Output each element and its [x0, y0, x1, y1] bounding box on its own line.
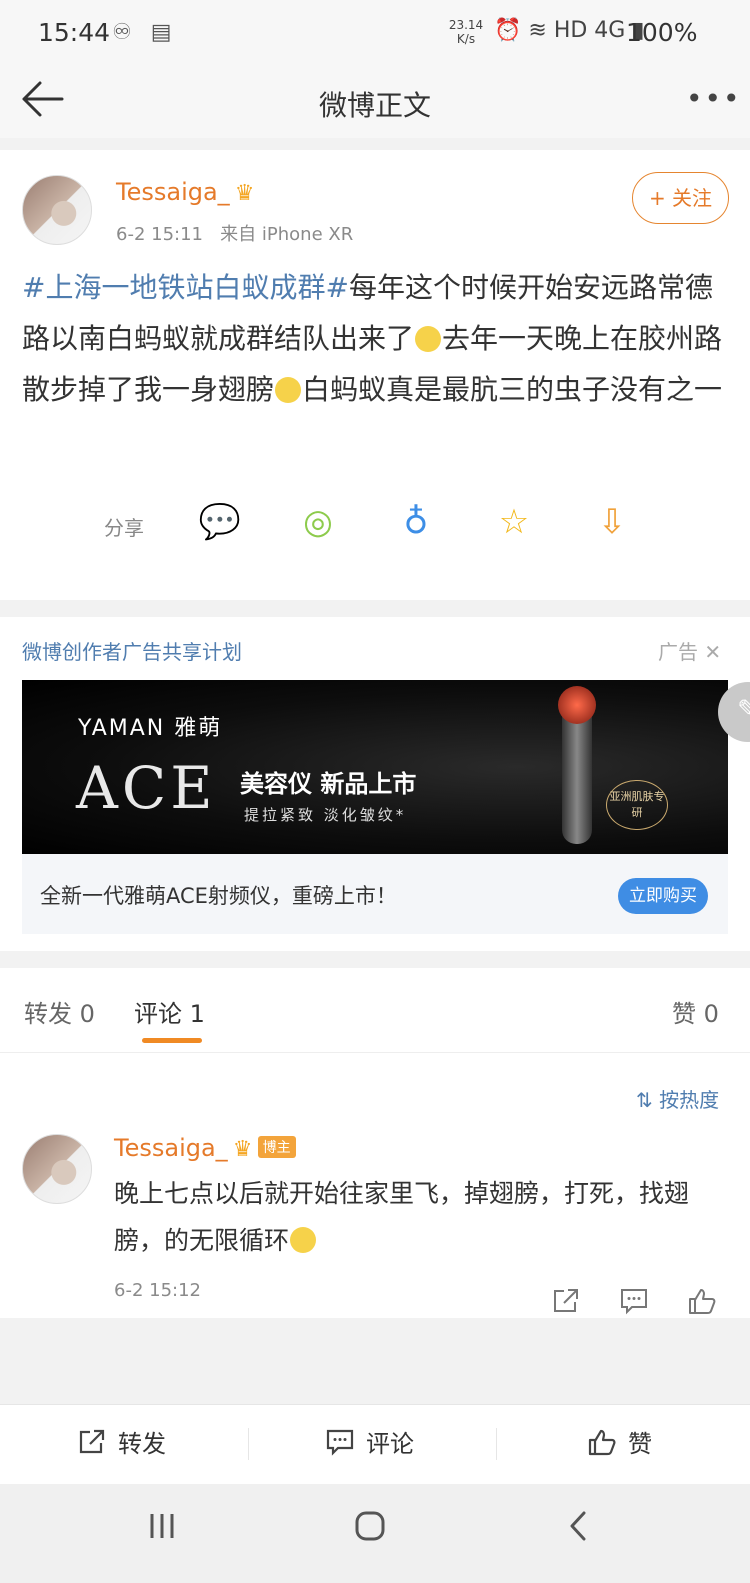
post-author: Tessaiga_ ♛	[116, 178, 255, 206]
blogger-badge: 博主	[257, 1136, 296, 1158]
back-icon[interactable]	[566, 1510, 590, 1546]
comment-share-icon[interactable]	[550, 1286, 582, 1316]
ad-close[interactable]: 广告 ✕	[658, 636, 721, 665]
save-image-icon[interactable]: ⇩	[590, 500, 634, 544]
ad-device-head	[558, 686, 596, 724]
comment-label: 评论	[366, 1430, 414, 1458]
tab-comments-label: 评论	[134, 1000, 182, 1028]
interaction-panel	[0, 968, 750, 1318]
page-title: 微博正文	[318, 89, 431, 122]
recent-apps-icon[interactable]	[146, 1512, 178, 1544]
tab-reposts-count: 0	[79, 1000, 95, 1028]
sort-label: 按热度	[659, 1088, 720, 1112]
crown-icon: ♛	[232, 1137, 253, 1162]
network-speed-value: 23.14	[448, 18, 484, 32]
network-speed-unit: K/s	[456, 32, 476, 46]
status-right-icons: ⏰ ≋ HD 4G ▮	[494, 18, 645, 43]
ad-banner[interactable]: YAMAN 雅萌 ACE 美容仪 新品上市 提拉紧致 淡化皱纹* 亚洲肌肤专研	[22, 680, 728, 854]
tab-likes[interactable]: 赞 0	[672, 994, 719, 1029]
follow-button[interactable]: + 关注	[632, 172, 729, 224]
sort-icon: ⇅	[636, 1088, 653, 1112]
more-icon[interactable]: •••	[686, 82, 742, 115]
comment-time: 6-2 15:12	[114, 1280, 201, 1301]
divider	[0, 1052, 750, 1053]
post-text-3: 白蚂蚁真是最肮三的虫子没有之一	[302, 373, 723, 406]
avatar[interactable]	[22, 175, 92, 245]
comment-author: Tessaiga_ ♛ 博主	[114, 1134, 296, 1162]
username[interactable]: Tessaiga_	[116, 178, 230, 206]
tab-reposts[interactable]: 转发 0	[24, 994, 95, 1029]
hashtag-link[interactable]: #上海一地铁站白蚁成群#	[22, 271, 349, 304]
active-tab-indicator	[142, 1038, 202, 1043]
ad-product: ACE	[76, 754, 217, 822]
tab-likes-label: 赞	[672, 1000, 696, 1028]
qzone-icon[interactable]: ☆	[492, 500, 536, 544]
thumbs-up-icon	[588, 1429, 616, 1455]
comment-username[interactable]: Tessaiga_	[114, 1134, 228, 1162]
comment-body: 晚上七点以后就开始往家里飞，掉翅膀，打死，找翅膀，的无限循环	[114, 1170, 714, 1264]
status-left-icons: ♾ ▤	[112, 20, 178, 45]
post-body: #上海一地铁站白蚁成群#每年这个时候开始安远路常德路以南白蚂蚁就成群结队出来了去…	[22, 262, 728, 415]
tab-reposts-label: 转发	[24, 1000, 72, 1028]
ad-subline: 提拉紧致 淡化皱纹*	[244, 806, 407, 824]
ad-brand: YAMAN 雅萌	[78, 716, 223, 741]
moments-icon[interactable]: ◎	[296, 500, 340, 544]
comment-button[interactable]: 评论	[324, 1424, 414, 1459]
smirk-emoji-icon	[415, 326, 442, 352]
sort-by-heat[interactable]: ⇅ 按热度	[636, 1084, 719, 1113]
ad-caption[interactable]: 全新一代雅萌ACE射频仪，重磅上市！	[40, 880, 397, 910]
status-time: 15:44	[38, 18, 111, 47]
ad-program-title[interactable]: 微博创作者广告共享计划	[22, 636, 242, 665]
post-time: 6-2 15:11	[116, 224, 203, 245]
tab-comments-count: 1	[189, 1000, 205, 1028]
crown-icon: ♛	[234, 181, 255, 206]
post-source: 来自 iPhone XR	[220, 224, 354, 245]
wechat-icon[interactable]: 💬	[198, 500, 242, 544]
repost-button[interactable]: 转发	[76, 1424, 166, 1459]
home-icon[interactable]	[354, 1510, 386, 1546]
ad-badge: 亚洲肌肤专研	[606, 780, 668, 830]
confused-emoji-icon	[275, 377, 302, 403]
share-label: 分享	[104, 516, 144, 540]
comment-text: 晚上七点以后就开始往家里飞，掉翅膀，打死，找翅膀，的无限循环	[114, 1179, 690, 1255]
comment-icon	[326, 1429, 354, 1456]
repost-icon	[79, 1429, 105, 1453]
qq-icon[interactable]: ♁	[394, 500, 438, 544]
comment-avatar[interactable]	[22, 1134, 92, 1204]
repost-label: 转发	[118, 1430, 166, 1458]
post-meta: 6-2 15:11 来自 iPhone XR	[116, 220, 353, 246]
like-button[interactable]: 赞	[586, 1424, 652, 1459]
like-label: 赞	[628, 1430, 652, 1458]
divider	[496, 1428, 497, 1460]
confused-emoji-icon	[290, 1227, 317, 1253]
battery-level: 100%	[626, 18, 698, 47]
ad-headline: 美容仪 新品上市	[240, 770, 417, 798]
buy-now-button[interactable]: 立即购买	[618, 878, 708, 914]
tab-comments[interactable]: 评论 1	[134, 994, 205, 1029]
comment-like-icon[interactable]	[686, 1286, 718, 1316]
network-speed: 23.14 K/s	[448, 18, 484, 46]
comment-reply-icon[interactable]	[618, 1286, 650, 1316]
tab-likes-count: 0	[703, 1000, 719, 1028]
divider	[248, 1428, 249, 1460]
